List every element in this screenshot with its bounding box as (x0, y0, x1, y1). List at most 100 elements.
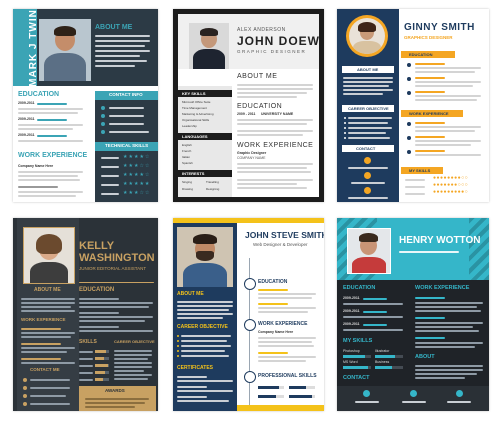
awards-heading: AWARDS (105, 388, 125, 393)
about-heading: ABOUT ME (237, 73, 278, 80)
education-heading: EDUCATION (343, 285, 376, 291)
edu-year-2: 2009-2011 (18, 117, 35, 121)
job-title: JUNIOR EDITORIAL ASSISTANT (79, 266, 147, 271)
interests-heading: INTERESTS (182, 171, 205, 176)
profile-photo (347, 228, 391, 274)
resume-template-2[interactable]: ALEX ANDERSON JOHN DOEW GRAPHIC DESIGNER… (173, 9, 324, 202)
work-company: Company Name Here (258, 330, 294, 334)
resume-template-1[interactable]: MARK J TWIN ABOUT ME EDUCATION 2009-2011… (13, 9, 158, 202)
work-heading: WORK EXPERIENCE (21, 317, 66, 322)
top-accent (173, 218, 324, 223)
education-heading: EDUCATION (18, 91, 60, 98)
interest-item: Drawing (182, 187, 194, 191)
candidate-name: HENRY WOTTON (399, 235, 481, 246)
language-item: Italian (182, 155, 191, 159)
my-skills-heading: MY SKILLS (343, 338, 373, 344)
about-heading: ABOUT ME (34, 287, 61, 293)
certificates-heading: CERTIFICATES (177, 365, 214, 371)
job-title: GRAPHICS DESIGNER (404, 35, 453, 40)
language-item: Spanish (182, 161, 193, 165)
skill-item: Time Management (182, 106, 207, 110)
edu-year: 2009 - 2011 (237, 112, 256, 116)
language-item: English (182, 143, 192, 147)
phone-icon (410, 390, 417, 397)
header-stripes-right (469, 218, 489, 280)
resume-template-5[interactable]: ABOUT ME CAREER OBJECTIVE CERTIFICATES J… (173, 218, 324, 411)
skill-item: Microsoft Office Suite (182, 100, 211, 104)
skill-label: Business (375, 360, 390, 364)
skills-heading: MY SKILLS (409, 168, 431, 173)
work-node (244, 319, 256, 331)
company-name: COMPANY NAME (237, 156, 266, 160)
job-title: Web Designer & Developer (253, 242, 308, 247)
bottom-accent (237, 405, 324, 411)
edu-year-2: 2009-2011 (343, 309, 360, 313)
contact-heading: CONTACT (356, 146, 376, 151)
university: UNIVERSITY NAME (261, 112, 294, 116)
about-heading: ABOUT ME (95, 24, 133, 31)
resume-template-6[interactable]: HENRY WOTTON EDUCATION 2009-2011 2009-20… (337, 218, 489, 411)
career-heading: CAREER OBJECTIVE (114, 339, 155, 344)
phone-icon (364, 172, 371, 179)
skill-item: Organisational Skills (182, 118, 210, 122)
name-small: ALEX ANDERSON (237, 27, 286, 33)
work-heading: WORK EXPERIENCE (409, 111, 449, 116)
resume-template-4[interactable]: KELLY WASHINGTON JUNIOR EDITORIAL ASSIST… (13, 218, 158, 411)
contact-heading: CONTACT (343, 375, 370, 381)
skills-heading: SKILLS (79, 339, 97, 345)
mail-icon (364, 187, 371, 194)
career-heading: CAREER OBJECTIVE (177, 324, 228, 330)
profile-photo (189, 23, 229, 69)
candidate-name: GINNY SMITH (404, 22, 475, 33)
interest-item: Travelling (206, 180, 219, 184)
education-heading: EDUCATION (79, 287, 115, 293)
edu-year-1: 2009-2011 (343, 296, 360, 300)
profile-photo (349, 18, 385, 54)
work-heading: WORK EXPERIENCE (258, 321, 308, 327)
contact-heading: CONTACT ME (30, 367, 60, 372)
edu-year-1: 2009-2011 (18, 101, 35, 105)
contact-heading: CONTACT INFO (109, 92, 143, 97)
about-heading: ABOUT ME (177, 291, 204, 297)
work-heading: WORK EXPERIENCE (415, 285, 470, 291)
job-title: GRAPHIC DESIGNER (237, 49, 307, 54)
languages-heading: LANGUAGES (182, 134, 208, 139)
career-heading: CAREER OBJECTIVE (348, 106, 389, 111)
skill-label: MS Word (343, 360, 358, 364)
first-name: KELLY (79, 240, 115, 252)
last-name: WASHINGTON (79, 252, 155, 264)
profile-photo (23, 227, 75, 284)
interest-item: Designing (206, 187, 220, 191)
skill-item: Marketing & Advertising (182, 112, 214, 116)
language-item: French (182, 149, 192, 153)
interest-item: Singing (182, 180, 193, 184)
job-role: Graphic Designer (237, 151, 267, 155)
edu-year-3: 2009-2011 (343, 322, 360, 326)
work-heading: WORK EXPERIENCE (18, 152, 88, 159)
location-icon (456, 390, 463, 397)
skill-item: Leadership (182, 124, 197, 128)
profile-photo (39, 19, 91, 81)
edu-year-3: 2009-2011 (18, 133, 35, 137)
education-heading: EDUCATION (258, 279, 288, 285)
education-heading: EDUCATION (237, 103, 283, 110)
key-skills-heading: KEY SKILLS (182, 91, 206, 96)
candidate-name: JOHN STEVE SMITH (245, 230, 324, 240)
skill-label: Illustrator (375, 349, 390, 353)
skills-node (244, 371, 256, 383)
work-company: Company Name Here (18, 164, 54, 168)
mail-icon (363, 390, 370, 397)
skill-label: Photoshop (343, 349, 360, 353)
resume-template-3[interactable]: ABOUT ME CAREER OBJECTIVE CONTACT GINNY … (337, 9, 489, 202)
work-heading: WORK EXPERIENCE (237, 142, 314, 149)
education-heading: EDUCATION (409, 52, 433, 57)
technical-heading: TECHNICAL SKILLS (105, 143, 149, 148)
education-node (244, 278, 256, 290)
about-heading: ABOUT ME (357, 67, 379, 72)
about-heading: ABOUT (415, 354, 435, 360)
profile-photo (177, 227, 233, 287)
candidate-name: JOHN DOEW (237, 34, 321, 48)
location-icon (364, 157, 371, 164)
pro-skills-heading: PROFESSIONAL SKILLS (258, 373, 317, 379)
vertical-name: MARK J TWIN (27, 9, 39, 87)
